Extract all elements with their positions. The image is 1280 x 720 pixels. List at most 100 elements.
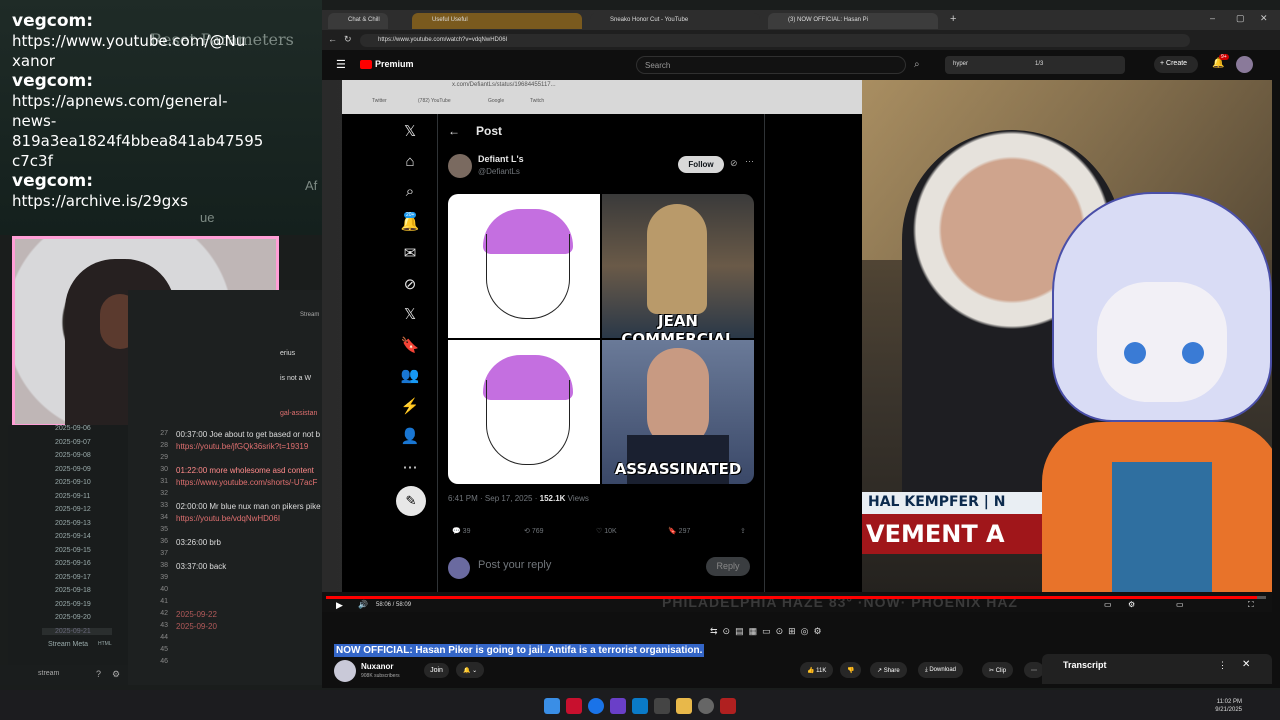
- date-item[interactable]: 2025-09-09: [55, 466, 91, 473]
- browser-tab[interactable]: (3) NOW OFFICIAL: Hasan Pi: [768, 13, 938, 29]
- search-icon[interactable]: ⌕: [914, 59, 920, 70]
- back-icon[interactable]: ←: [328, 34, 337, 44]
- create-button[interactable]: + Create: [1154, 56, 1198, 73]
- note-line[interactable]: https://youtu.be/jfGQk36srik?t=19319: [176, 442, 308, 451]
- new-tab-icon[interactable]: +: [950, 13, 956, 25]
- note-line[interactable]: 00:37:00 Joe about to get based or not b: [176, 430, 320, 439]
- channel-avatar[interactable]: [334, 660, 356, 682]
- vscode-icon[interactable]: [632, 698, 648, 714]
- extension-toolbar[interactable]: ⇆⊙▤▦▭⊙⊞◎⚙: [710, 626, 827, 637]
- theater-icon[interactable]: ▭: [1176, 600, 1184, 609]
- menu-icon[interactable]: ☰: [336, 58, 346, 71]
- start-icon[interactable]: [544, 698, 560, 714]
- close-icon[interactable]: ✕: [1242, 659, 1250, 670]
- date-item[interactable]: 2025-09-17: [55, 574, 91, 581]
- more-actions-button[interactable]: ⋯: [1024, 662, 1044, 678]
- date-item[interactable]: 2025-09-08: [55, 452, 91, 459]
- reply-stat: 💬 39: [452, 528, 471, 535]
- app-icon[interactable]: [654, 698, 670, 714]
- find-bar[interactable]: hyper 1/3: [945, 56, 1125, 74]
- note-line[interactable]: https://www.youtube.com/shorts/-U7acF: [176, 478, 317, 487]
- minimize-icon[interactable]: –: [1210, 13, 1215, 23]
- reply-button: Reply: [706, 557, 750, 576]
- note-line[interactable]: 01:22:00 more wholesome asd content: [176, 466, 314, 475]
- obs-icon[interactable]: [698, 698, 714, 714]
- download-button[interactable]: ⤓ Download: [918, 662, 964, 678]
- note-line[interactable]: 2025-09-22: [176, 610, 217, 619]
- date-item[interactable]: 2025-09-18: [55, 587, 91, 594]
- search-input[interactable]: Search: [636, 56, 906, 74]
- line-number: 28: [160, 442, 168, 449]
- find-count: 1/3: [1035, 61, 1044, 67]
- app-icon[interactable]: [566, 698, 582, 714]
- messages-icon: ✉: [403, 245, 417, 262]
- join-button[interactable]: Join: [424, 663, 449, 678]
- note-line[interactable]: 02:00:00 Mr blue nux man on pikers pike: [176, 502, 321, 511]
- date-item[interactable]: 2025-09-20: [55, 614, 91, 621]
- maximize-icon[interactable]: ▢: [1236, 13, 1245, 24]
- progress-bar[interactable]: [326, 596, 1266, 599]
- date-item[interactable]: 2025-09-10: [55, 479, 91, 486]
- note-line[interactable]: 03:26:00 brb: [176, 538, 221, 547]
- note-line[interactable]: https://youtu.be/vdqNwHD06I: [176, 514, 280, 523]
- settings-icon[interactable]: ⚙: [1128, 600, 1135, 609]
- date-item[interactable]: 2025-09-13: [55, 520, 91, 527]
- post-meta: 6:41 PM · Sep 17, 2025 · 152.1K Views: [448, 494, 589, 503]
- fullscreen-icon[interactable]: ⛶: [1248, 600, 1254, 610]
- folder-icon[interactable]: [676, 698, 692, 714]
- browser-tab[interactable]: Sneako Honor Cut - YouTube: [590, 13, 760, 29]
- notes-editor[interactable]: Stream erius is not a W gal-assistan 27 0…: [128, 290, 323, 685]
- gear-icon[interactable]: ⚙: [112, 669, 120, 680]
- embedded-browser-chrome: x.com/DefiantLs/status/19684455117... Tw…: [342, 80, 862, 114]
- like-button[interactable]: 👍 11K: [800, 662, 834, 678]
- chrome-icon[interactable]: [588, 698, 604, 714]
- date-item[interactable]: 2025-09-21: [42, 627, 112, 635]
- chat-message: c7c3f: [12, 152, 53, 170]
- date-item[interactable]: 2025-09-15: [55, 547, 91, 554]
- video-player[interactable]: x.com/DefiantLs/status/19684455117... Tw…: [322, 80, 1272, 612]
- app-icon[interactable]: [610, 698, 626, 714]
- url-field[interactable]: https://www.youtube.com/watch?v=vdqNwHD0…: [360, 34, 1190, 47]
- play-icon[interactable]: ▶: [336, 600, 343, 611]
- stream-meta-label[interactable]: Stream Meta: [48, 641, 88, 648]
- youtube-logo[interactable]: Premium: [360, 59, 414, 70]
- youtube-play-icon: [360, 60, 372, 70]
- note-line[interactable]: 03:37:00 back: [176, 562, 226, 571]
- date-item[interactable]: 2025-09-11: [55, 493, 90, 500]
- bookmark-item: Twitch: [530, 98, 545, 104]
- clip-button[interactable]: ✂ Clip: [982, 662, 1014, 678]
- share-button[interactable]: ↗ Share: [870, 662, 907, 678]
- browser-tab[interactable]: Useful Useful: [412, 13, 582, 29]
- date-item[interactable]: 2025-09-14: [55, 533, 91, 540]
- help-icon[interactable]: ?: [96, 669, 101, 679]
- close-window-icon[interactable]: ✕: [1260, 13, 1268, 24]
- line-number: 45: [160, 646, 168, 653]
- stream-meta-badge: HTML: [98, 641, 112, 647]
- date-item[interactable]: 2025-09-12: [55, 506, 91, 513]
- date-item[interactable]: 2025-09-06: [55, 425, 91, 432]
- chat-username: vegcom:: [12, 71, 94, 91]
- avatar[interactable]: [1236, 56, 1253, 73]
- embedded-url: x.com/DefiantLs/status/19684455117...: [452, 82, 556, 88]
- taskbar: 11:02 PM 9/21/2025: [0, 690, 1280, 720]
- chat-message: https://archive.is/29gxs: [12, 192, 188, 210]
- app-icon[interactable]: [720, 698, 736, 714]
- explore-icon: ⌕: [405, 183, 415, 200]
- subscribe-bell[interactable]: 🔔 ⌄: [456, 662, 485, 678]
- reload-icon[interactable]: ↻: [344, 34, 352, 45]
- volume-icon[interactable]: 🔊: [358, 600, 368, 609]
- stream-tab[interactable]: stream: [38, 670, 59, 677]
- transcript-menu-icon[interactable]: ⋮: [1218, 660, 1227, 671]
- date-item[interactable]: 2025-09-07: [55, 439, 91, 446]
- photo-woman: JEAN COMMERCIAL: [602, 194, 754, 348]
- date-list: 2025-09-06 2025-09-07 2025-09-08 2025-09-09…: [8, 425, 128, 685]
- date-item[interactable]: 2025-09-16: [55, 560, 91, 567]
- channel-name[interactable]: Nuxanor: [361, 662, 393, 671]
- captions-icon[interactable]: ▭: [1104, 600, 1112, 609]
- wojak-crying: [448, 194, 600, 338]
- bookmarks-icon: 🔖: [400, 336, 420, 354]
- dislike-button[interactable]: 👎: [840, 662, 862, 678]
- date-item[interactable]: 2025-09-19: [55, 601, 91, 608]
- browser-tab[interactable]: Chat & Chill: [328, 13, 388, 29]
- note-line[interactable]: 2025-09-20: [176, 622, 217, 631]
